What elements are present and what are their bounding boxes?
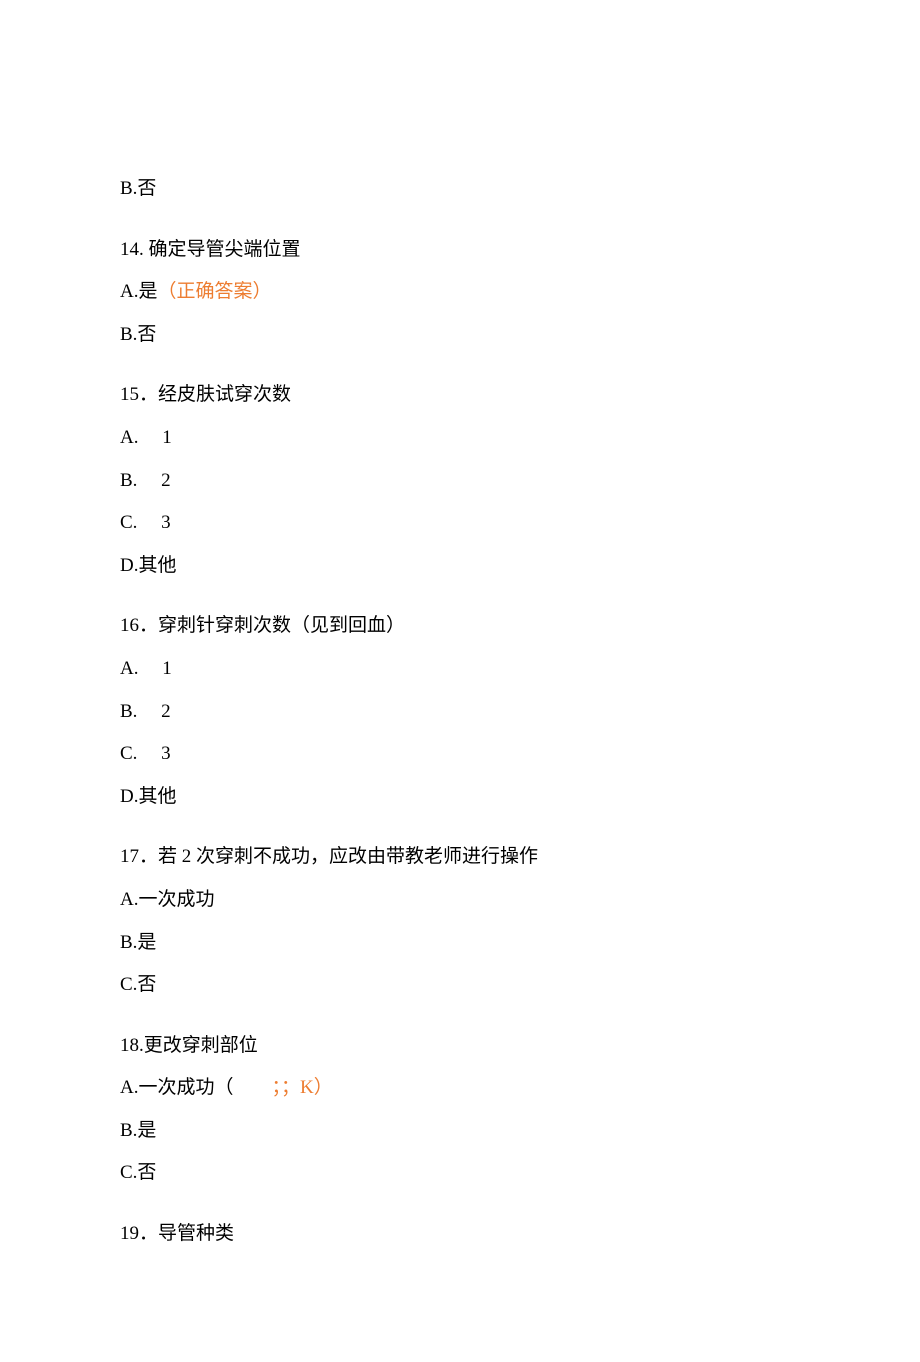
option-a-text: A.一次成功（ — [120, 1077, 271, 1098]
option-d: D.其他 — [120, 784, 800, 811]
question-16: 16．穿刺针穿刺次数（见到回血） A. 1 B. 2 C. 3 D.其他 — [120, 613, 800, 810]
option-a: A. 1 — [120, 656, 800, 683]
question-text: 15．经皮肤试穿次数 — [120, 382, 800, 409]
option-c: C. 3 — [120, 510, 800, 537]
document-page: B.否 14. 确定导管尖端位置 A.是（正确答案） B.否 15．经皮肤试穿次… — [0, 0, 920, 1362]
option-b: B.否 — [120, 322, 800, 349]
question-17: 17．若 2 次穿刺不成功，应改由带教老师进行操作 A.一次成功 B.是 C.否 — [120, 844, 800, 998]
question-text: 19．导管种类 — [120, 1221, 800, 1248]
option-b: B.否 — [120, 176, 800, 203]
question-text: 18.更改穿刺部位 — [120, 1033, 800, 1060]
option-c: C.否 — [120, 1160, 800, 1187]
option-a-note: ；；K） — [271, 1077, 332, 1098]
option-a-text: A.是 — [120, 281, 157, 302]
option-c: C. 3 — [120, 741, 800, 768]
option-a: A.是（正确答案） — [120, 279, 800, 306]
correct-answer-note: （正确答案） — [157, 281, 271, 302]
option-d: D.其他 — [120, 553, 800, 580]
option-a: A.一次成功（ ；；K） — [120, 1075, 800, 1102]
question-text: 16．穿刺针穿刺次数（见到回血） — [120, 613, 800, 640]
option-a: A. 1 — [120, 425, 800, 452]
question-13-tail: B.否 — [120, 176, 800, 203]
option-b: B.是 — [120, 1118, 800, 1145]
option-a: A.一次成功 — [120, 887, 800, 914]
question-15: 15．经皮肤试穿次数 A. 1 B. 2 C. 3 D.其他 — [120, 382, 800, 579]
option-b: B.是 — [120, 930, 800, 957]
option-c: C.否 — [120, 972, 800, 999]
question-14: 14. 确定导管尖端位置 A.是（正确答案） B.否 — [120, 237, 800, 349]
question-18: 18.更改穿刺部位 A.一次成功（ ；；K） B.是 C.否 — [120, 1033, 800, 1187]
option-b: B. 2 — [120, 699, 800, 726]
question-text: 14. 确定导管尖端位置 — [120, 237, 800, 264]
question-19: 19．导管种类 — [120, 1221, 800, 1248]
question-text: 17．若 2 次穿刺不成功，应改由带教老师进行操作 — [120, 844, 800, 871]
option-b: B. 2 — [120, 468, 800, 495]
